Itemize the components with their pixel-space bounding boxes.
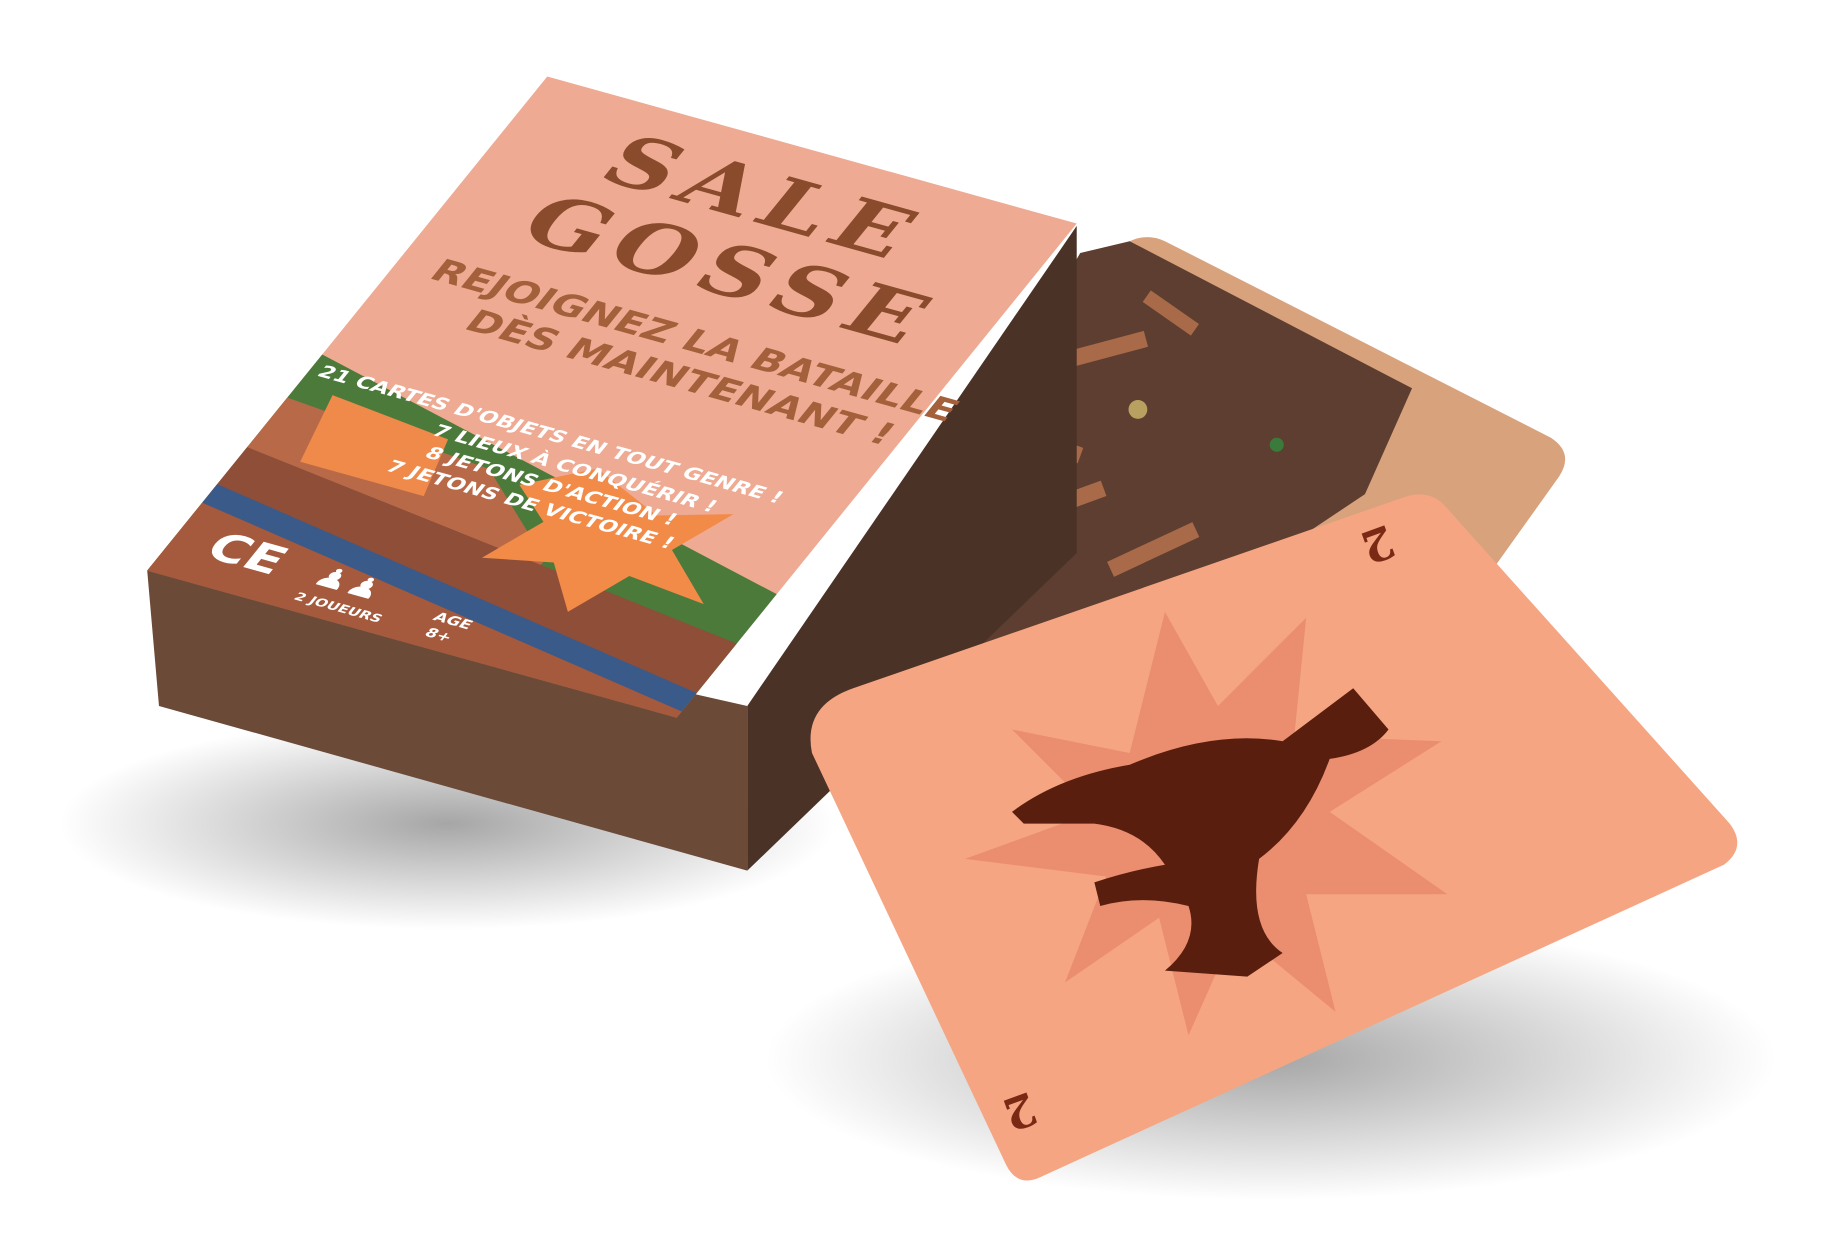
product-scene: SALE GOSSE REJOIGNEZ LA BATAILLE DÈS MAI… xyxy=(58,76,1777,1201)
